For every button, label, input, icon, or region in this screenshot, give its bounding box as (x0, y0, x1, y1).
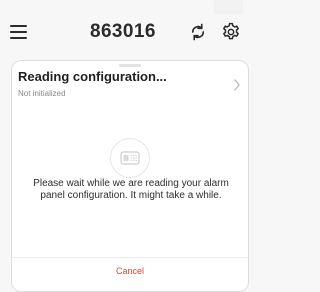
gear-icon[interactable] (221, 22, 241, 42)
chevron-right-icon[interactable] (233, 79, 241, 91)
card-title: Reading configuration... (18, 69, 167, 84)
refresh-icon[interactable] (189, 23, 207, 41)
divider (12, 257, 248, 258)
top-bar: 863016 (0, 0, 243, 58)
sheet-drag-handle[interactable] (119, 64, 141, 67)
status-text: Not initialized (18, 89, 66, 98)
cancel-button[interactable]: Cancel (12, 266, 248, 280)
reading-configuration-card: Reading configuration... Not initialized… (11, 60, 249, 292)
hamburger-menu-icon[interactable] (10, 25, 27, 39)
page-title: 863016 (90, 21, 156, 42)
loading-message: Please wait while we are reading your al… (33, 178, 229, 201)
alarm-panel-icon (110, 138, 150, 178)
